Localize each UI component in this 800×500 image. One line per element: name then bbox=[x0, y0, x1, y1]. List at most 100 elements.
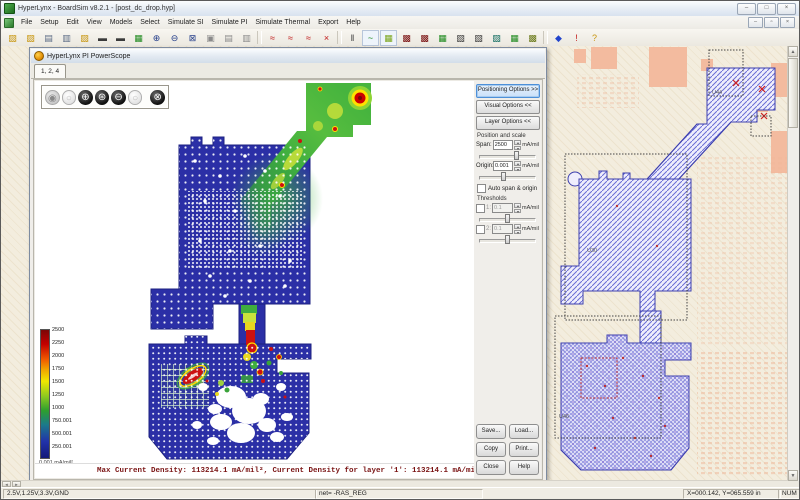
save-session-icon[interactable]: ▥ bbox=[58, 30, 75, 46]
zoom-in-tool-icon[interactable]: ⊛ bbox=[95, 90, 110, 105]
status-num-lock: NUM bbox=[778, 489, 800, 499]
current-density-heatmap[interactable] bbox=[35, 81, 476, 471]
powerscope-window: HyperLynx PI PowerScope 1, 2, 4 bbox=[29, 47, 547, 484]
tab-1-2-4[interactable]: 1, 2, 4 bbox=[34, 64, 66, 78]
edit-stackup-icon[interactable]: ▬ bbox=[112, 30, 129, 46]
mdi-close-icon[interactable]: × bbox=[780, 17, 795, 28]
highlight-net-icon[interactable]: ≈ bbox=[264, 30, 281, 46]
board-sim2-icon[interactable]: ▩ bbox=[416, 30, 433, 46]
board-sim-icon[interactable]: ▩ bbox=[398, 30, 415, 46]
legend-tick: 250.001 bbox=[52, 444, 94, 450]
board-viewer-icon[interactable]: ▦ bbox=[130, 30, 147, 46]
erase-highlight-icon[interactable]: × bbox=[318, 30, 335, 46]
menu-help[interactable]: Help bbox=[342, 18, 364, 27]
error-icon[interactable]: ! bbox=[568, 30, 585, 46]
span-slider[interactable] bbox=[479, 151, 536, 160]
layers-icon[interactable]: ▧ bbox=[452, 30, 469, 46]
threshold2-slider[interactable] bbox=[479, 235, 536, 244]
menu-view[interactable]: View bbox=[83, 18, 106, 27]
open-board-icon[interactable]: ▨ bbox=[4, 30, 21, 46]
save-board-icon[interactable]: ▤ bbox=[40, 30, 57, 46]
oscilloscope-icon[interactable]: ~ bbox=[362, 30, 379, 46]
color-scale-legend: 2500 2250 2000 1750 1500 1250 1000 750.0… bbox=[38, 327, 94, 473]
span-input[interactable]: 2500 bbox=[493, 140, 514, 150]
minimize-icon[interactable]: – bbox=[737, 3, 756, 15]
document-icon[interactable] bbox=[4, 18, 14, 28]
refdes-u30: U30 bbox=[587, 248, 597, 254]
visual-options-button[interactable]: Visual Options << bbox=[476, 100, 540, 114]
menu-edit[interactable]: Edit bbox=[63, 18, 83, 27]
help-icon[interactable]: ? bbox=[586, 30, 603, 46]
mdi-minimize-icon[interactable]: – bbox=[748, 17, 763, 28]
menu-file[interactable]: File bbox=[17, 18, 36, 27]
settings-tool-icon[interactable]: ⊗ bbox=[150, 90, 165, 105]
save-button[interactable]: Save... bbox=[476, 424, 506, 439]
open-session-icon[interactable]: ▨ bbox=[22, 30, 39, 46]
zoom-in-icon[interactable]: ⊕ bbox=[148, 30, 165, 46]
wizard-icon[interactable]: ◆ bbox=[550, 30, 567, 46]
menu-export[interactable]: Export bbox=[314, 18, 342, 27]
pan-tool-icon[interactable]: ⊕ bbox=[78, 90, 93, 105]
powerscope-title-bar[interactable]: HyperLynx PI PowerScope bbox=[31, 49, 545, 64]
threshold1-slider[interactable] bbox=[479, 214, 536, 223]
legend-tick: 2500 bbox=[52, 327, 94, 333]
menu-models[interactable]: Models bbox=[106, 18, 137, 27]
menu-simulate-thermal[interactable]: Simulate Thermal bbox=[251, 18, 314, 27]
origin-slider[interactable] bbox=[479, 172, 536, 181]
menu-select[interactable]: Select bbox=[136, 18, 163, 27]
positioning-options-button[interactable]: Positioning Options >> bbox=[476, 84, 540, 98]
spreadsheet-icon[interactable]: ▦ bbox=[380, 30, 397, 46]
full-board-icon[interactable]: ▥ bbox=[238, 30, 255, 46]
maximize-icon[interactable]: □ bbox=[757, 3, 776, 15]
status-net: net= -RAS_REG bbox=[315, 489, 483, 499]
legend-tick: 1750 bbox=[52, 366, 94, 372]
threshold2-checkbox[interactable] bbox=[476, 225, 485, 234]
blank-tool-icon[interactable]: ○ bbox=[62, 90, 77, 105]
export-file-icon[interactable]: ▨ bbox=[76, 30, 93, 46]
zoom-area-icon[interactable]: ⊠ bbox=[184, 30, 201, 46]
close-icon[interactable]: × bbox=[777, 3, 796, 15]
highlight-all-icon[interactable]: ≈ bbox=[300, 30, 317, 46]
threshold2-input: 0.1 bbox=[492, 224, 513, 234]
toolbar-separator bbox=[337, 31, 342, 44]
scroll-down-icon[interactable]: ▼ bbox=[788, 470, 798, 481]
zoom-out-icon[interactable]: ⊖ bbox=[166, 30, 183, 46]
scroll-thumb[interactable] bbox=[788, 58, 798, 128]
legend-tick: 1250 bbox=[52, 392, 94, 398]
bars-icon[interactable]: ‖ bbox=[344, 30, 361, 46]
origin-stepper[interactable] bbox=[514, 161, 521, 171]
origin-input[interactable]: 0.001 bbox=[493, 161, 513, 171]
layers2-icon[interactable]: ▧ bbox=[470, 30, 487, 46]
scroll-up-icon[interactable]: ▲ bbox=[788, 46, 798, 57]
threshold1-checkbox[interactable] bbox=[476, 204, 485, 213]
highlight-ref-icon[interactable]: ≈ bbox=[282, 30, 299, 46]
blank-tool2-icon[interactable]: ○ bbox=[128, 90, 143, 105]
pan-icon[interactable]: ▣ bbox=[202, 30, 219, 46]
auto-span-checkbox[interactable] bbox=[477, 184, 486, 193]
menu-simulate-si[interactable]: Simulate SI bbox=[164, 18, 208, 27]
multi-board-icon[interactable]: ▩ bbox=[524, 30, 541, 46]
board-layout-svg[interactable]: U44 U30 U46 bbox=[547, 46, 790, 483]
powerscope-tab-strip: 1, 2, 4 bbox=[31, 63, 545, 79]
status-nets: 2.5V,1.25V,3.3V,GND bbox=[3, 489, 317, 499]
print-button[interactable]: Print... bbox=[509, 442, 539, 457]
copy-button[interactable]: Copy bbox=[476, 442, 506, 457]
edit-board-icon[interactable]: ▬ bbox=[94, 30, 111, 46]
power-integrity-icon[interactable]: ▦ bbox=[506, 30, 523, 46]
stackup-icon[interactable]: ▨ bbox=[488, 30, 505, 46]
help-button[interactable]: Help bbox=[509, 460, 539, 475]
span-stepper[interactable] bbox=[514, 140, 521, 150]
color-scale-bar bbox=[40, 329, 50, 459]
load-button[interactable]: Load... bbox=[509, 424, 539, 439]
mdi-restore-icon[interactable]: ▫ bbox=[764, 17, 779, 28]
zoom-out-tool-icon[interactable]: ⊖ bbox=[111, 90, 126, 105]
vertical-scrollbar[interactable]: ▲ ▼ bbox=[787, 46, 799, 481]
layer-options-button[interactable]: Layer Options << bbox=[476, 116, 540, 130]
thermal-sim-icon[interactable]: ▦ bbox=[434, 30, 451, 46]
previous-view-icon[interactable]: ▤ bbox=[220, 30, 237, 46]
close-button[interactable]: Close bbox=[476, 460, 506, 475]
heatmap-plot-area[interactable]: ◉ ○ ⊕ ⊛ ⊖ ○ ⊗ 2500 2250 2000 1750 1500 1… bbox=[35, 81, 477, 478]
menu-simulate-pi[interactable]: Simulate PI bbox=[208, 18, 252, 27]
menu-setup[interactable]: Setup bbox=[36, 18, 62, 27]
max-current-density-status: Max Current Density: 113214.1 mA/mil², C… bbox=[35, 463, 476, 478]
